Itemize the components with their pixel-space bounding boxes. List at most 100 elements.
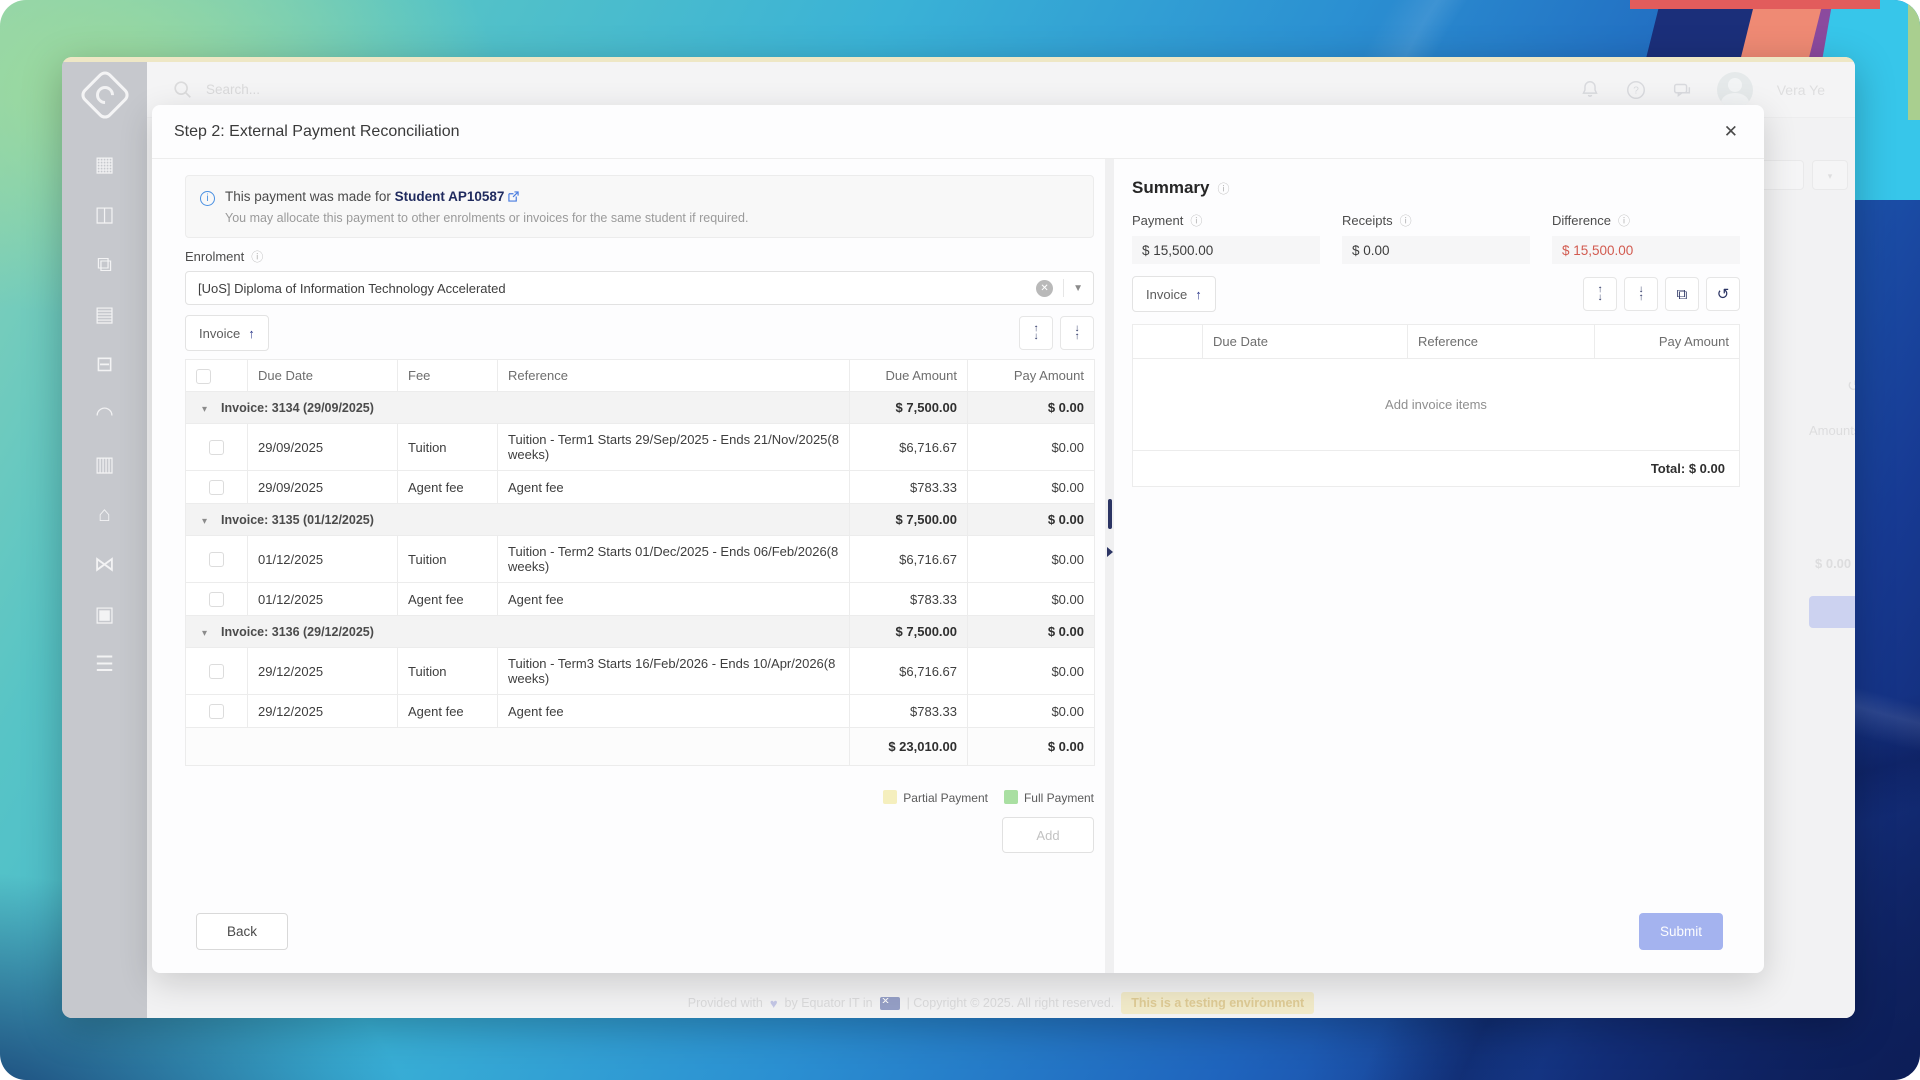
- summary-toolbar: Invoice ↑ ↑ ↓ ↓ ↑ ⧉ ↺: [1132, 276, 1740, 312]
- row-checkbox[interactable]: [185, 423, 248, 471]
- clear-icon[interactable]: ✕: [1036, 279, 1054, 297]
- invoice-item-row: 29/12/2025 Tuition Tuition - Term3 Starts …: [185, 647, 1095, 696]
- summary-metric: Receipts ⓘ $ 0.00: [1342, 212, 1530, 264]
- collapse-all-button[interactable]: ↓ ↑: [1060, 316, 1094, 350]
- partial-payment-label: Partial Payment: [903, 791, 988, 806]
- metric-label: Difference ⓘ: [1552, 213, 1631, 228]
- enrolment-select[interactable]: [UoS] Diploma of Information Technology …: [185, 271, 1094, 305]
- allocation-pane: i This payment was made for Student AP10…: [152, 159, 1105, 973]
- panel-splitter[interactable]: [1105, 159, 1114, 973]
- invoice-sort-label: Invoice: [199, 325, 241, 341]
- invoice-group-row[interactable]: ▾ Invoice: 3136 (29/12/2025) $ 7,500.00 $ 0…: [185, 615, 1095, 649]
- item-pay-amount: $0.00: [967, 694, 1095, 729]
- invoice-item-row: 29/09/2025 Agent fee Agent fee $783.33 $0.00: [185, 469, 1095, 505]
- summary-metric: Difference ⓘ $ 15,500.00: [1552, 212, 1740, 264]
- total-due-amount: $ 23,010.00: [849, 727, 968, 767]
- full-payment-swatch: [1003, 790, 1018, 805]
- row-checkbox[interactable]: [185, 694, 248, 729]
- group-due-amount: $ 7,500.00: [849, 615, 968, 649]
- expand-all-button[interactable]: ↑ ↓: [1583, 277, 1617, 311]
- collapse-all-button[interactable]: ↓ ↑: [1624, 277, 1658, 311]
- column-header[interactable]: Pay Amount: [967, 359, 1095, 392]
- full-payment-label: Full Payment: [1023, 791, 1094, 806]
- group-pay-amount: $ 0.00: [967, 503, 1095, 537]
- item-pay-amount: $0.00: [967, 423, 1095, 471]
- summary-metric: Payment ⓘ $ 15,500.00: [1132, 212, 1320, 264]
- collapse-caret-icon[interactable]: ▾: [202, 516, 207, 527]
- item-due-date: 29/09/2025: [247, 423, 398, 471]
- column-header[interactable]: Due Date: [247, 359, 398, 392]
- invoice-table-body: ▾ Invoice: 3134 (29/09/2025) $ 7,500.00 $ 0…: [185, 391, 1095, 729]
- splitter-collapse-icon[interactable]: [1107, 547, 1113, 557]
- submit-button[interactable]: Submit: [1639, 913, 1723, 950]
- invoice-items-table: Due Date Fee Reference Due Amount Pay Am…: [185, 359, 1095, 767]
- chevron-down-icon[interactable]: ▼: [1073, 283, 1083, 294]
- add-button[interactable]: Add: [1002, 817, 1094, 854]
- sort-asc-icon: ↑: [1195, 286, 1202, 302]
- column-header[interactable]: Reference: [1407, 324, 1595, 359]
- column-header[interactable]: Fee: [397, 359, 498, 392]
- group-due-amount: $ 7,500.00: [849, 503, 968, 537]
- collapse-caret-icon[interactable]: ▾: [202, 628, 207, 639]
- item-due-date: 01/12/2025: [247, 535, 398, 584]
- wallpaper-band: [1908, 0, 1920, 120]
- back-button[interactable]: Back: [196, 913, 288, 950]
- item-fee: Tuition: [397, 535, 498, 584]
- invoice-item-row: 29/12/2025 Agent fee Agent fee $783.33 $0.00: [185, 694, 1095, 729]
- column-header[interactable]: Reference: [497, 359, 850, 392]
- column-header[interactable]: Due Date: [1202, 324, 1408, 359]
- summary-total: Total: $ 0.00: [1132, 450, 1740, 487]
- item-fee: Tuition: [397, 423, 498, 471]
- item-due-amount: $783.33: [849, 694, 968, 729]
- summary-pane: Summary ⓘ Payment ⓘ $ 15,500.00 Receipts ⓘ $ …: [1114, 159, 1764, 973]
- info-icon: ⓘ: [1190, 214, 1203, 228]
- summary-invoice-sort-button[interactable]: Invoice ↑: [1132, 276, 1216, 312]
- invoice-group-row[interactable]: ▾ Invoice: 3134 (29/09/2025) $ 7,500.00 $ 0…: [185, 391, 1095, 424]
- item-due-date: 29/12/2025: [247, 647, 398, 696]
- totals-row: $ 23,010.00 $ 0.00: [185, 727, 1095, 767]
- splitter-handle[interactable]: [1108, 499, 1112, 529]
- desktop: ▦◫⧉▤⊟◠▥⌂⋈▣☰ Search... ? Vera Ye ▾ ↺ Amou…: [0, 0, 1920, 1080]
- banner-subtext: You may allocate this payment to other e…: [225, 211, 749, 225]
- metric-label: Receipts ⓘ: [1342, 213, 1412, 228]
- item-due-amount: $6,716.67: [849, 423, 968, 471]
- student-link[interactable]: Student AP10587: [395, 189, 505, 204]
- info-banner: i This payment was made for Student AP10…: [185, 175, 1094, 238]
- item-reference: Tuition - Term3 Starts 16/Feb/2026 - End…: [497, 647, 850, 696]
- item-reference: Tuition - Term2 Starts 01/Dec/2025 - End…: [497, 535, 850, 584]
- invoice-group-row[interactable]: ▾ Invoice: 3135 (01/12/2025) $ 7,500.00 $ 0…: [185, 503, 1095, 537]
- item-reference: Agent fee: [497, 469, 850, 505]
- row-checkbox[interactable]: [185, 469, 248, 505]
- item-pay-amount: $0.00: [967, 647, 1095, 696]
- column-header[interactable]: Due Amount: [849, 359, 968, 392]
- expand-all-button[interactable]: ↑ ↓: [1019, 316, 1053, 350]
- metric-value: $ 0.00: [1342, 236, 1530, 264]
- invoice-item-row: 01/12/2025 Tuition Tuition - Term2 Starts …: [185, 535, 1095, 584]
- item-fee: Agent fee: [397, 469, 498, 505]
- total-pay-amount: $ 0.00: [967, 727, 1095, 767]
- invoice-sort-button[interactable]: Invoice ↑: [185, 315, 269, 351]
- column-header[interactable]: Pay Amount: [1594, 324, 1740, 359]
- partial-payment-swatch: [883, 790, 898, 805]
- item-reference: Agent fee: [497, 582, 850, 617]
- sort-asc-icon: ↑: [248, 325, 255, 341]
- item-pay-amount: $0.00: [967, 582, 1095, 617]
- collapse-caret-icon[interactable]: ▾: [202, 404, 207, 415]
- item-fee: Agent fee: [397, 694, 498, 729]
- item-reference: Tuition - Term1 Starts 29/Sep/2025 - End…: [497, 423, 850, 471]
- select-all-checkbox[interactable]: [185, 359, 248, 392]
- reset-button[interactable]: ↺: [1706, 277, 1740, 311]
- info-icon: ⓘ: [1618, 214, 1631, 228]
- external-link-icon[interactable]: [508, 190, 520, 205]
- row-checkbox[interactable]: [185, 535, 248, 584]
- metric-value: $ 15,500.00: [1552, 236, 1740, 264]
- row-checkbox[interactable]: [185, 647, 248, 696]
- modal-header: Step 2: External Payment Reconciliation …: [152, 105, 1764, 159]
- copy-rows-button[interactable]: ⧉: [1665, 277, 1699, 311]
- row-checkbox[interactable]: [185, 582, 248, 617]
- item-reference: Agent fee: [497, 694, 850, 729]
- metric-value: $ 15,500.00: [1132, 236, 1320, 264]
- item-due-amount: $783.33: [849, 469, 968, 505]
- close-icon[interactable]: ✕: [1724, 123, 1738, 140]
- item-due-date: 29/09/2025: [247, 469, 398, 505]
